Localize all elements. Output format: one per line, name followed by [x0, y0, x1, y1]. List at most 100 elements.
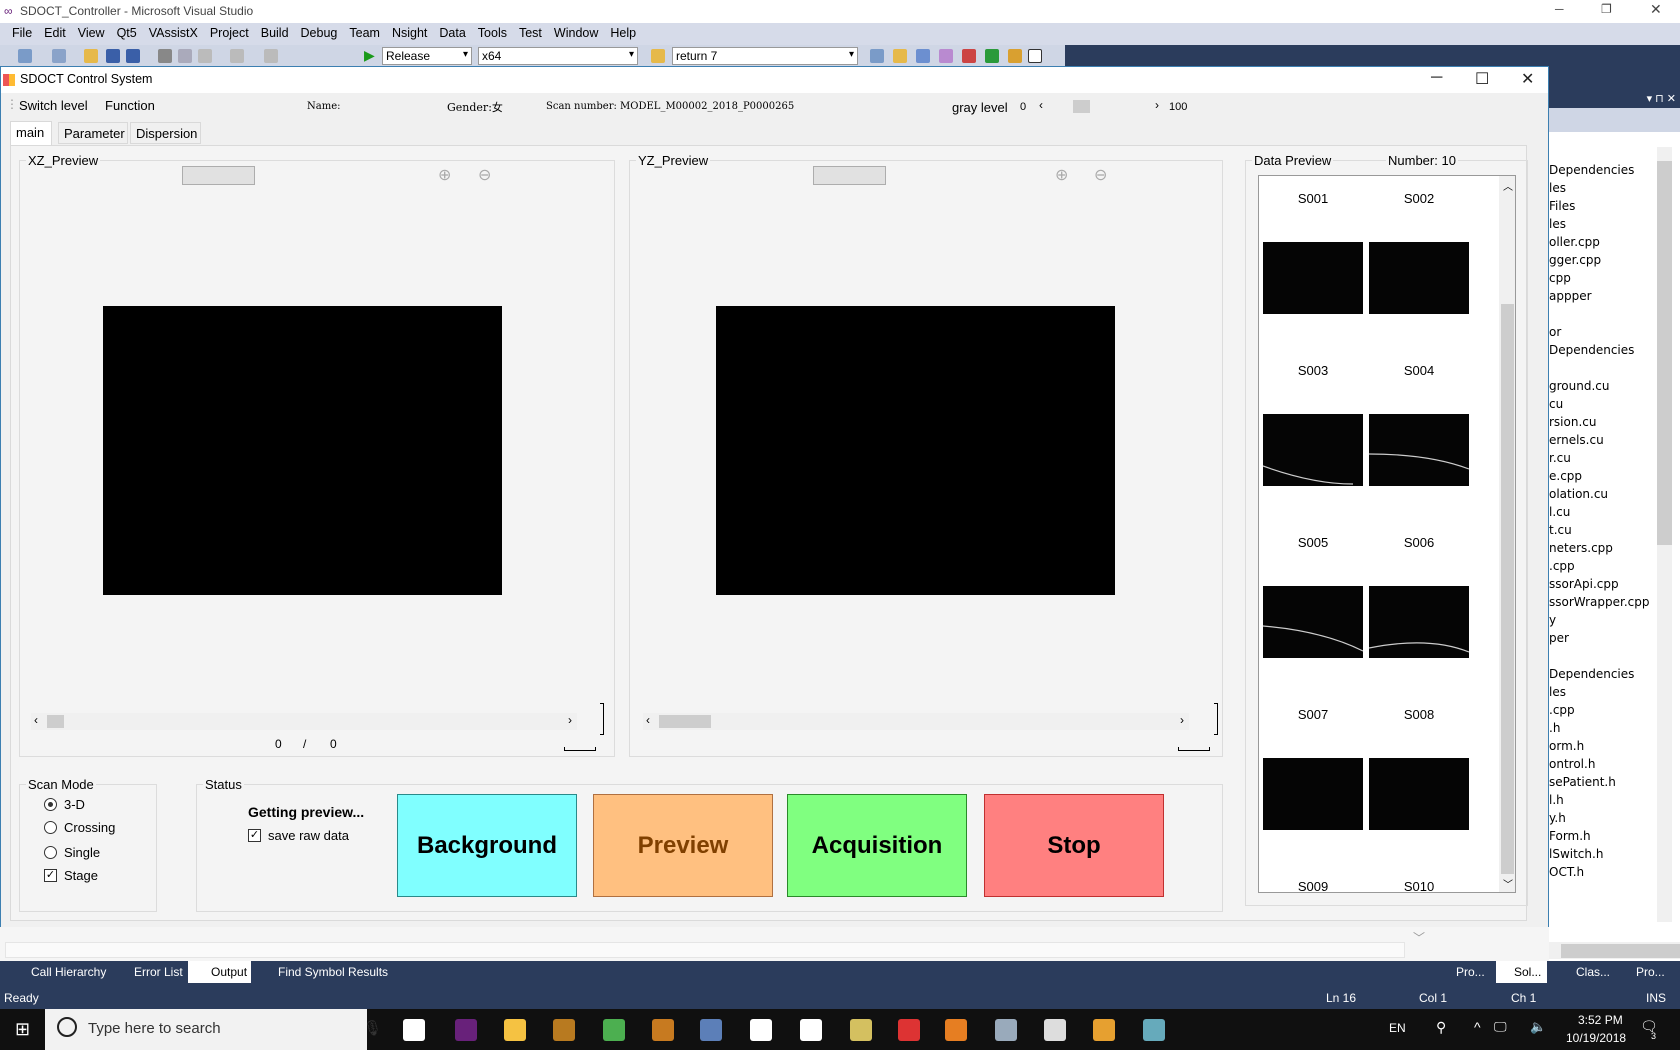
- language-indicator[interactable]: EN: [1389, 1021, 1406, 1035]
- file-explorer-icon[interactable]: [504, 1019, 526, 1041]
- configuration-select[interactable]: Release: [382, 47, 472, 65]
- solution-item[interactable]: ssorApi.cpp: [1549, 577, 1619, 591]
- zoom-in-icon[interactable]: ⊕: [1055, 165, 1075, 185]
- thumbnail-image[interactable]: [1262, 414, 1363, 486]
- maximize-button[interactable]: ☐: [1475, 69, 1489, 89]
- redo-icon[interactable]: [264, 49, 278, 63]
- solution-item[interactable]: Files: [1549, 199, 1575, 213]
- slider-left-arrow[interactable]: ‹: [1039, 98, 1043, 112]
- background-button[interactable]: Background: [397, 794, 577, 897]
- tool-icon[interactable]: [870, 49, 884, 63]
- app-icon[interactable]: [850, 1019, 872, 1041]
- output-scrollbar[interactable]: [5, 942, 1405, 958]
- solution-item[interactable]: rsion.cu: [1549, 415, 1596, 429]
- thumbnail-list[interactable]: S001 S002 S003 S004 S005 S006 S007 S008 S009 S010…: [1258, 175, 1516, 893]
- vertical-scrollbar[interactable]: [1657, 147, 1672, 922]
- thumbnail-image[interactable]: [1368, 586, 1470, 658]
- solution-item[interactable]: t.cu: [1549, 523, 1572, 537]
- thumbnail-image[interactable]: [1262, 586, 1364, 658]
- solution-item[interactable]: les: [1549, 685, 1566, 699]
- network-icon[interactable]: 🖵: [1494, 1019, 1507, 1035]
- find-in-files-icon[interactable]: [651, 49, 665, 63]
- radio-3d[interactable]: 3-D: [44, 797, 85, 812]
- solution-item[interactable]: OCT.h: [1549, 865, 1584, 879]
- stage-checkbox[interactable]: ✓ Stage: [44, 868, 98, 883]
- solution-item[interactable]: cu: [1549, 397, 1563, 411]
- solution-item[interactable]: ernels.cu: [1549, 433, 1604, 447]
- tab-find-symbol-results[interactable]: Find Symbol Results: [278, 965, 388, 979]
- menu-debug[interactable]: Debug: [295, 26, 344, 45]
- menu-help[interactable]: Help: [604, 26, 642, 45]
- solution-item[interactable]: ssorWrapper.cpp: [1549, 595, 1650, 609]
- minimize-button[interactable]: ─: [1555, 2, 1564, 16]
- restore-button[interactable]: ❐: [1601, 2, 1612, 16]
- app-icon[interactable]: [995, 1019, 1017, 1041]
- open-icon[interactable]: [84, 49, 98, 63]
- find-combo[interactable]: return 7: [672, 47, 858, 65]
- tab-properties[interactable]: Pro...: [1636, 965, 1665, 979]
- menu-function[interactable]: Function: [105, 98, 155, 113]
- tab-call-hierarchy[interactable]: Call Hierarchy: [31, 965, 106, 979]
- chrome-icon[interactable]: [603, 1019, 625, 1041]
- solution-item[interactable]: r.cu: [1549, 451, 1571, 465]
- undo-icon[interactable]: [230, 49, 244, 63]
- panel-controls[interactable]: ▾ ⊓ ✕: [1549, 92, 1680, 108]
- solution-item[interactable]: ground.cu: [1549, 379, 1609, 393]
- thumbnail-image[interactable]: [1369, 758, 1469, 830]
- new-project-icon[interactable]: [18, 49, 32, 63]
- add-item-icon[interactable]: [52, 49, 66, 63]
- platform-select[interactable]: x64: [478, 47, 638, 65]
- close-button[interactable]: ✕: [1650, 1, 1662, 18]
- solution-item[interactable]: l.h: [1549, 793, 1564, 807]
- slider-right-arrow[interactable]: ›: [1155, 98, 1159, 112]
- solution-item[interactable]: Dependencies: [1549, 667, 1634, 681]
- task-view-icon[interactable]: [403, 1019, 425, 1041]
- tab-output[interactable]: Output: [188, 961, 252, 983]
- solution-item[interactable]: appper: [1549, 289, 1592, 303]
- microphone-icon[interactable]: 🎙: [363, 1019, 382, 1037]
- app-icon[interactable]: [700, 1019, 722, 1041]
- thumbnail-image[interactable]: [1263, 242, 1363, 314]
- solution-item[interactable]: lSwitch.h: [1549, 847, 1603, 861]
- menu-window[interactable]: Window: [548, 26, 604, 45]
- solution-item[interactable]: or: [1549, 325, 1561, 339]
- menu-qt5[interactable]: Qt5: [111, 26, 143, 45]
- stop-button[interactable]: Stop: [984, 794, 1164, 897]
- solution-item[interactable]: les: [1549, 181, 1566, 195]
- mail-icon[interactable]: [800, 1019, 822, 1041]
- close-button[interactable]: ✕: [1521, 69, 1534, 89]
- taskbar-search[interactable]: Type here to search 🎙: [45, 1009, 382, 1050]
- menu-switch-level[interactable]: Switch level: [19, 98, 88, 113]
- solution-item[interactable]: .cpp: [1549, 559, 1575, 573]
- tool-icon[interactable]: [985, 49, 999, 63]
- menu-nsight[interactable]: Nsight: [386, 26, 433, 45]
- radio-crossing[interactable]: Crossing: [44, 820, 115, 835]
- minimize-button[interactable]: ─: [1431, 69, 1442, 87]
- solution-item[interactable]: .cpp: [1549, 703, 1575, 717]
- clock-date[interactable]: 10/19/2018: [1566, 1031, 1626, 1045]
- solution-item[interactable]: neters.cpp: [1549, 541, 1613, 555]
- acrobat-icon[interactable]: [898, 1019, 920, 1041]
- yz-horizontal-scrollbar[interactable]: ‹ ›: [643, 713, 1189, 730]
- thumbnail-image[interactable]: [1369, 242, 1469, 314]
- paint-icon[interactable]: [1143, 1019, 1165, 1041]
- solution-item[interactable]: Dependencies: [1549, 343, 1634, 357]
- zoom-out-icon[interactable]: ⊖: [1094, 165, 1114, 185]
- sdoct-app-icon[interactable]: [1093, 1019, 1115, 1041]
- menu-edit[interactable]: Edit: [38, 26, 72, 45]
- start-debug-icon[interactable]: ▶: [364, 47, 375, 64]
- volume-icon[interactable]: 🔈: [1530, 1019, 1546, 1035]
- preview-button[interactable]: Preview: [593, 794, 773, 897]
- tab-solution-explorer[interactable]: Sol...: [1496, 961, 1548, 983]
- zoom-out-icon[interactable]: ⊖: [478, 165, 498, 185]
- tool-icon[interactable]: [1028, 49, 1042, 63]
- thumbnail-image[interactable]: [1263, 758, 1363, 830]
- solution-item[interactable]: gger.cpp: [1549, 253, 1601, 267]
- menu-tools[interactable]: Tools: [472, 26, 513, 45]
- solution-item[interactable]: y: [1549, 613, 1556, 627]
- solution-item[interactable]: oller.cpp: [1549, 235, 1600, 249]
- horizontal-scrollbar[interactable]: [1549, 942, 1680, 959]
- solution-item[interactable]: olation.cu: [1549, 487, 1608, 501]
- save-icon[interactable]: [106, 49, 120, 63]
- people-icon[interactable]: ⚲: [1436, 1019, 1446, 1036]
